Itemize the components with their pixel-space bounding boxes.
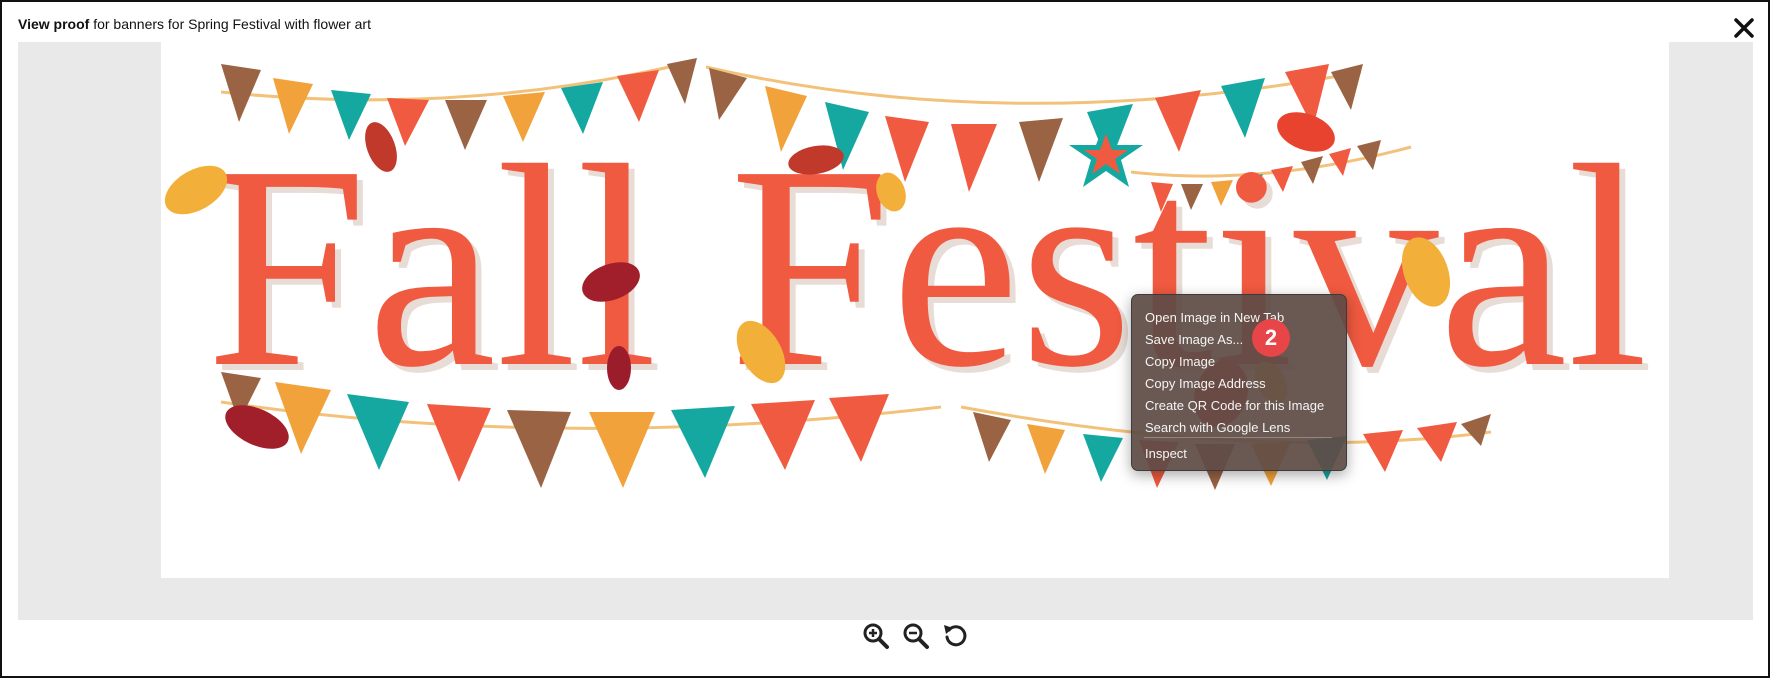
- proof-stage: Fall Festival Fall Festival: [18, 42, 1753, 620]
- zoom-out-button[interactable]: [902, 622, 930, 650]
- proof-viewer-modal: View proof for banners for Spring Festiv…: [0, 0, 1770, 678]
- menu-item-create-qr-code[interactable]: Create QR Code for this Image: [1145, 398, 1324, 413]
- menu-item-copy-image[interactable]: Copy Image: [1145, 354, 1215, 369]
- rotate-icon: [944, 625, 967, 647]
- modal-title-rest: for banners for Spring Festival with flo…: [89, 16, 371, 32]
- context-menu: Open Image in New Tab Save Image As... C…: [1131, 294, 1347, 471]
- banner-artwork: Fall Festival Fall Festival: [164, 58, 1654, 490]
- zoom-in-button[interactable]: [862, 622, 890, 650]
- menu-item-search-google-lens[interactable]: Search with Google Lens: [1145, 420, 1290, 435]
- modal-title: View proof for banners for Spring Festiv…: [18, 16, 371, 32]
- close-icon: [1734, 18, 1754, 38]
- menu-separator: [1144, 437, 1332, 438]
- modal-title-bold: View proof: [18, 16, 90, 32]
- zoom-out-icon: [903, 623, 929, 649]
- proof-image[interactable]: Fall Festival Fall Festival: [161, 42, 1669, 578]
- close-button[interactable]: [1730, 14, 1758, 42]
- zoom-in-icon: [863, 623, 889, 649]
- menu-item-save-image-as[interactable]: Save Image As...: [1145, 332, 1243, 347]
- step-badge: 2: [1252, 319, 1290, 357]
- reset-rotate-button[interactable]: [942, 622, 970, 650]
- menu-item-inspect[interactable]: Inspect: [1145, 446, 1187, 461]
- menu-item-copy-image-address[interactable]: Copy Image Address: [1145, 376, 1266, 391]
